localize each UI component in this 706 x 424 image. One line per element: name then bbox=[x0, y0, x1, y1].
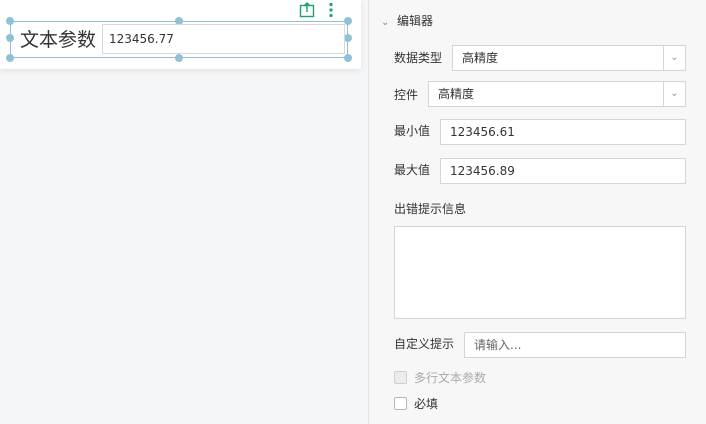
more-vertical-icon[interactable] bbox=[328, 2, 334, 18]
chevron-down-icon[interactable]: ⌄ bbox=[663, 82, 685, 106]
export-icon[interactable] bbox=[299, 2, 315, 18]
resize-handle[interactable] bbox=[6, 54, 14, 62]
resize-handle[interactable] bbox=[6, 17, 14, 25]
multiline-checkbox bbox=[394, 371, 407, 384]
editor-section-header[interactable]: ⌄ 编辑器 bbox=[381, 12, 433, 30]
min-input[interactable]: 123456.61 bbox=[440, 119, 686, 145]
widget-label: 文本参数 bbox=[20, 29, 97, 51]
required-checkbox[interactable] bbox=[394, 397, 407, 410]
min-label: 最小值 bbox=[394, 124, 431, 138]
multiline-label: 多行文本参数 bbox=[414, 371, 487, 385]
resize-handle[interactable] bbox=[344, 54, 352, 62]
max-input[interactable]: 123456.89 bbox=[440, 158, 686, 184]
resize-handle[interactable] bbox=[175, 54, 183, 62]
custom-hint-placeholder: 请输入... bbox=[474, 338, 522, 352]
data-type-select[interactable]: 高精度 ⌄ bbox=[452, 45, 686, 71]
property-panel: ⌄ 编辑器 数据类型 高精度 ⌄ 控件 高精度 ⌄ 最小值 123456.61 最… bbox=[368, 0, 706, 424]
error-msg-textarea[interactable] bbox=[394, 226, 686, 319]
custom-hint-input[interactable]: 请输入... bbox=[464, 332, 686, 358]
resize-handle[interactable] bbox=[344, 17, 352, 25]
control-select[interactable]: 高精度 ⌄ bbox=[428, 81, 686, 107]
resize-handle[interactable] bbox=[6, 34, 14, 42]
data-type-label: 数据类型 bbox=[394, 51, 443, 65]
chevron-down-icon[interactable]: ⌄ bbox=[663, 46, 685, 70]
data-type-value: 高精度 bbox=[462, 51, 499, 65]
section-title: 编辑器 bbox=[397, 14, 434, 28]
error-msg-label: 出错提示信息 bbox=[394, 202, 467, 216]
widget-value-input[interactable]: 123456.77 bbox=[102, 24, 345, 54]
max-label: 最大值 bbox=[394, 163, 431, 177]
resize-handle[interactable] bbox=[344, 34, 352, 42]
required-label: 必填 bbox=[414, 397, 439, 411]
widget-toolbar bbox=[292, 0, 346, 18]
chevron-down-icon: ⌄ bbox=[381, 17, 390, 28]
control-label: 控件 bbox=[394, 88, 419, 102]
text-param-widget[interactable]: 文本参数 123456.77 bbox=[0, 0, 361, 69]
custom-hint-label: 自定义提示 bbox=[394, 337, 455, 351]
control-value: 高精度 bbox=[438, 87, 475, 101]
